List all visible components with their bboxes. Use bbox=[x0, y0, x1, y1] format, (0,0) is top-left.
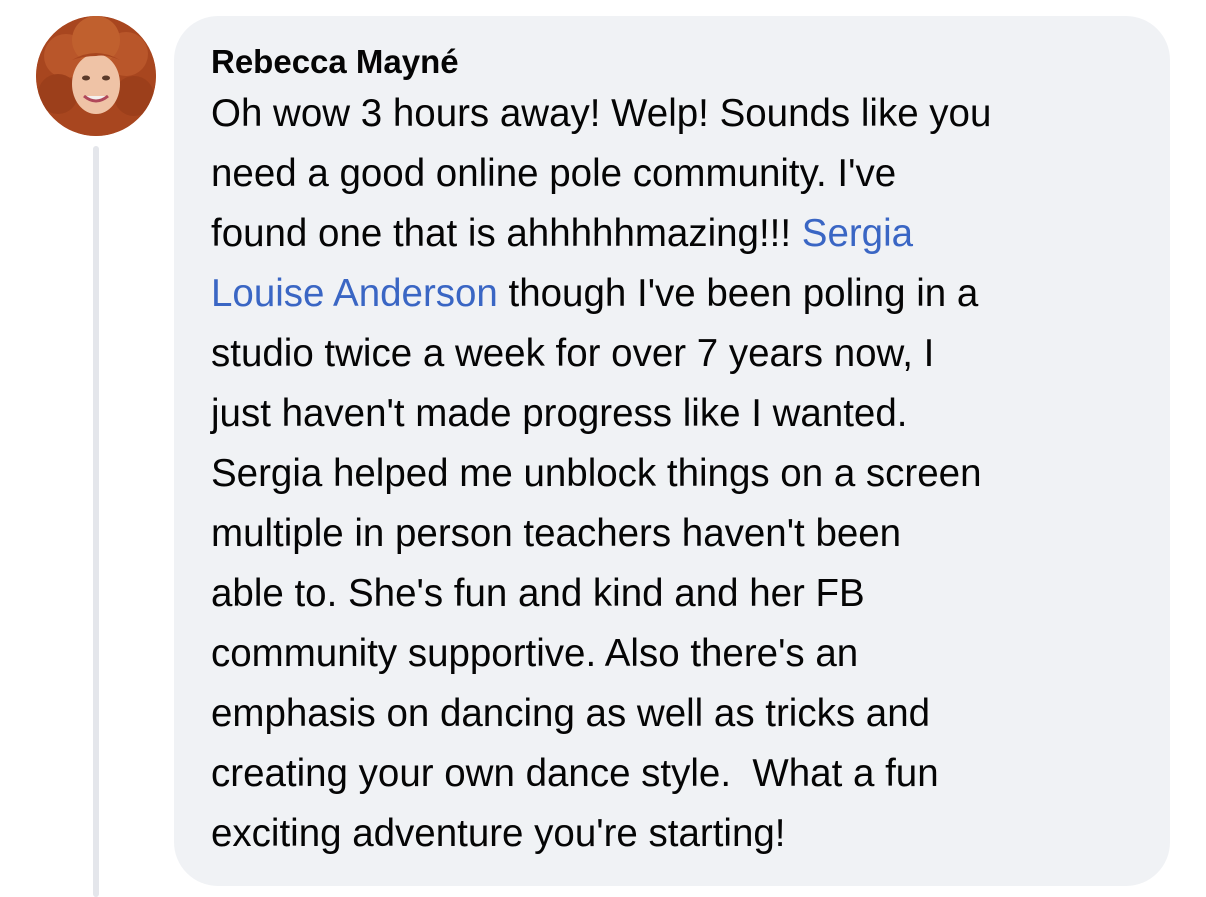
comment-line: creating your own dance style. What a fu… bbox=[211, 752, 939, 795]
comment-line: need a good online pole community. I've bbox=[211, 152, 897, 195]
comment-text: Oh wow 3 hours away! Welp! Sounds like y… bbox=[211, 84, 1140, 864]
comment-line: Sergia helped me unblock things on a scr… bbox=[211, 452, 982, 495]
comment-line: studio twice a week for over 7 years now… bbox=[211, 332, 935, 375]
comment-line: able to. She's fun and kind and her FB bbox=[211, 572, 865, 615]
mention-link[interactable]: Louise Anderson bbox=[211, 272, 498, 315]
avatar[interactable] bbox=[36, 16, 156, 136]
comment-line: just haven't made progress like I wanted… bbox=[211, 392, 908, 435]
comment-line: Louise Anderson though I've been poling … bbox=[211, 264, 1140, 324]
comment-line: community supportive. Also there's an bbox=[211, 632, 859, 675]
author-name[interactable]: Rebecca Mayné bbox=[211, 42, 1140, 82]
comment-line: Oh wow 3 hours away! Welp! Sounds like y… bbox=[211, 92, 992, 135]
comment-line: emphasis on dancing as well as tricks an… bbox=[211, 692, 931, 735]
mention-link[interactable]: Sergia bbox=[802, 212, 913, 255]
comment-line: exciting adventure you're starting! bbox=[211, 812, 786, 855]
thread-line bbox=[93, 146, 99, 897]
comment-text-segment: found one that is ahhhhhmazing!!! bbox=[211, 212, 802, 255]
comment-line: multiple in person teachers haven't been bbox=[211, 512, 902, 555]
comment-bubble: Rebecca Mayné Oh wow 3 hours away! Welp!… bbox=[174, 16, 1170, 886]
comment-text-segment: though I've been poling in a bbox=[497, 272, 979, 315]
comment: Rebecca Mayné Oh wow 3 hours away! Welp!… bbox=[0, 0, 1206, 897]
profile-photo-icon bbox=[36, 16, 156, 136]
comment-line: found one that is ahhhhhmazing!!! Sergia bbox=[211, 204, 1140, 264]
